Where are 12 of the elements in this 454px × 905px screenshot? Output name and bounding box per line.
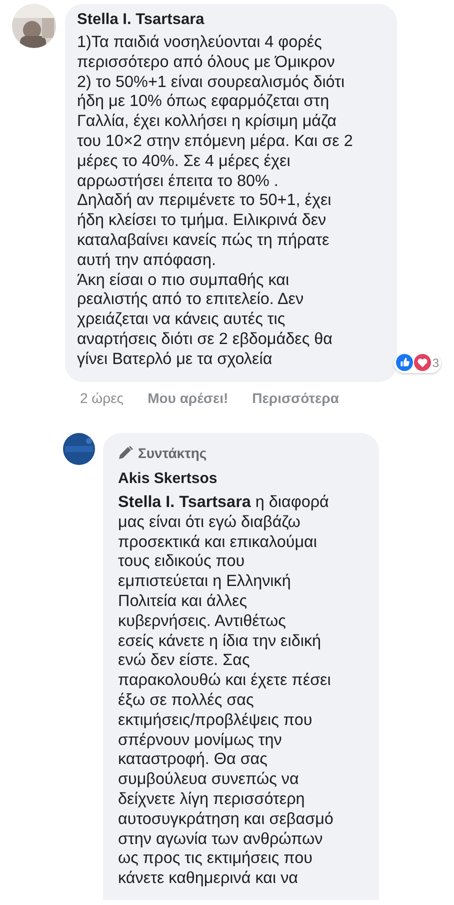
reaction-count: 3: [432, 354, 439, 372]
like-link[interactable]: Μου αρέσει!: [148, 388, 228, 409]
like-icon: [396, 354, 414, 372]
author-name[interactable]: Akis Skertsos: [118, 468, 367, 490]
role-label: Συντάκτης: [138, 444, 207, 463]
reaction-summary[interactable]: 3: [394, 352, 441, 373]
more-link[interactable]: Περισσότερα: [252, 388, 339, 409]
comment-text: 1)Τα παιδιά νοσηλεύονται 4 φορές περισσότερο από όλους με Όμικρον 2) το 50%+1 είναι σουρεαλισμός διότι ήδη με 10% όπως εφαρμόζεται στη Γαλλία, έχει κολλήσει η κρίσιμη μάζα του 10×2 στην επόμενη μέρα. Και σε 2 μέρες το 40%. Σε 4 μέρες έχει αρρωστήσει έπειτα το 80% . Δηλαδή αν περιμένετε το 50+1, έχει ήδη κλείσει το τμήμα. Ειλικρινά δεν καταλαβαίνει κανείς πώς τη πήρατε αυτή την απόφαση. Άκη είσαι ο πιο συμπαθής και ρεαλιστής από το επιτελείο. Δεν χρειάζεται να κάνεις αυτές τις αναρτήσεις διότι σε 2 εβδομάδες θα γίνει Βατερλό με τα σχολεία: [77, 33, 354, 370]
pen-icon: [118, 446, 134, 460]
reply-text: Stella I. Tsartsara η διαφορά μας είναι ότι εγώ διαβάζω προσεκτικά και επικαλούμαι τους ειδικούς που εμπιστεύεται η Ελληνική Πολιτεία και άλλες κυβερνήσεις. Αντιθέτως εσείς κάνετε η ίδια την ειδική ενώ δεν είστε. Σας παρακολουθώ και έχετε πέσει έξω σε πολλές σας εκτιμήσεις/προβλέψεις που σπέρνουν μονίμως την καταστροφή. Θα σας συμβούλευα συνεπώς να δείχνετε λίγη περισσότερη αυτοσυγκράτηση και σεβασμό στην αγωνία των ανθρώπων ως προς τις εκτιμήσεις που κάνετε καθημερινά και να: [118, 493, 334, 889]
comment-time: 2 ώρες: [80, 388, 124, 408]
author-name[interactable]: Stella I. Tsartsara: [77, 10, 385, 30]
